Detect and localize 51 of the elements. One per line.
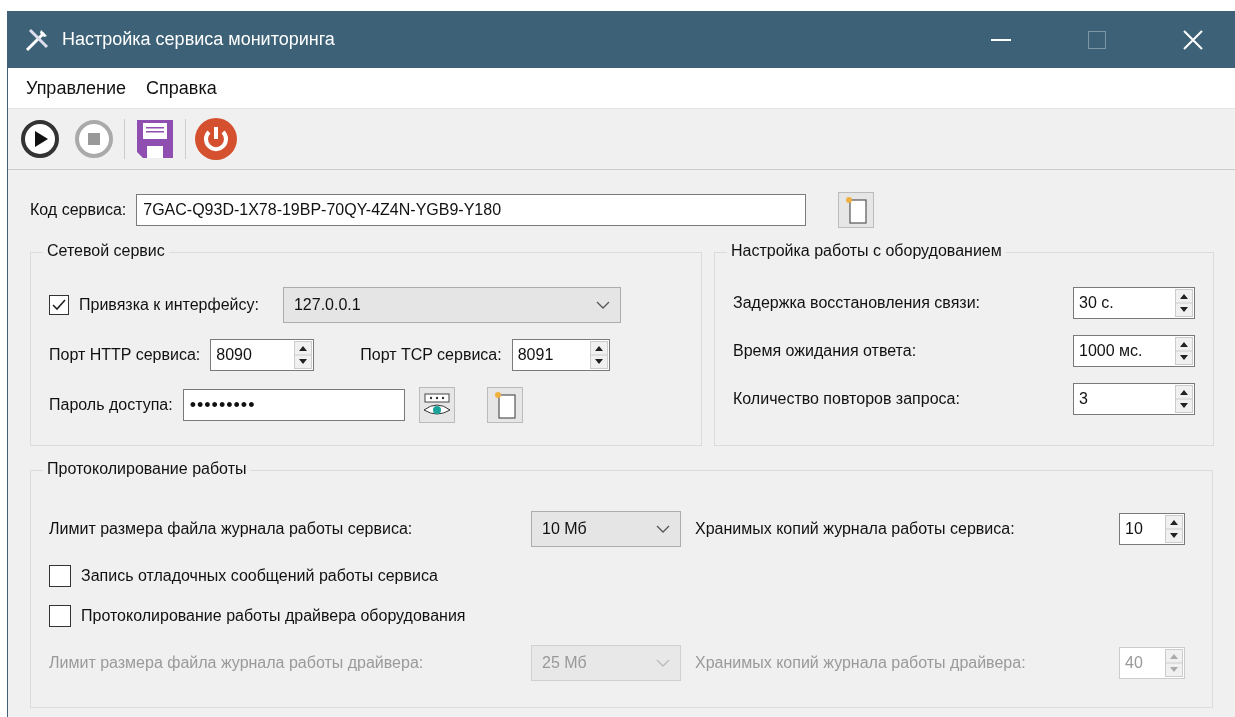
field-label: Лимит размера файла журнала работы сервиса: [49,520,414,538]
field-label: Лимит размера файла журнала работы драйвера: [49,654,425,672]
tools-icon [24,26,50,53]
play-icon [20,119,60,159]
field-label: Время ожидания ответа: [733,342,917,360]
group-title: Настройка работы с оборудованием [727,242,1006,260]
checkbox-label: Запись отладочных сообщений работы сервиса [81,567,438,585]
spin-box[interactable]: 30 с. [1073,287,1195,319]
field-label: Порт HTTP сервиса: [49,346,201,364]
show-password-button[interactable] [418,387,455,423]
spin-arrows-icon[interactable] [589,341,608,369]
field-label: Хранимых копий журнала работы драйвера: [695,654,1027,672]
field-label: Количество повторов запроса: [733,390,960,408]
field-label: Пароль доступа: [49,396,173,414]
new-document-button[interactable] [838,192,875,228]
checkbox-label: Привязка к интерфейсу: [79,296,259,314]
window-title: Настройка сервиса мониторинга [62,29,336,50]
checkbox[interactable] [49,565,71,587]
spin-box[interactable]: 3 [1073,383,1195,415]
new-document-button[interactable] [486,387,523,423]
menu-item[interactable]: Управление [16,77,137,99]
field-label: Хранимых копий журнала работы сервиса: [695,520,1016,538]
spin-box[interactable]: 1000 мс. [1073,335,1195,367]
interface-dropdown[interactable]: 127.0.0.1 [282,287,621,323]
checkbox[interactable] [49,295,69,315]
field-label: Код сервиса: [30,201,127,219]
minimize-icon[interactable] [991,38,1011,41]
field-label: Задержка восстановления связи: [733,294,981,312]
spin-box[interactable]: 8091 [511,339,610,371]
size-dropdown[interactable]: 10 Мб [531,511,681,547]
chevron-down-icon [595,301,610,309]
close-icon[interactable] [1183,29,1203,50]
spin-box[interactable]: 8090 [210,339,315,371]
password-field[interactable]: ••••••••• [182,389,405,421]
spin-arrows-icon[interactable] [1175,337,1193,365]
spin-box[interactable]: 10 [1119,513,1185,545]
chevron-down-icon [656,525,670,533]
menu-item[interactable]: Справка [136,77,227,99]
spin-arrows-icon[interactable] [1165,515,1183,543]
checkbox[interactable] [49,605,71,627]
power-icon [194,117,238,161]
spin-arrows-icon[interactable] [1175,385,1193,413]
stop-icon [74,119,114,159]
service-code-field[interactable]: 7GAC-Q93D-1X78-19BP-70QY-4Z4N-YGB9-Y180 [136,194,807,226]
group-title: Протоколирование работы [43,460,251,478]
checkbox-label: Протоколирование работы драйвера оборудования [81,607,466,625]
spin-arrows-icon[interactable] [294,341,313,369]
spin-arrows-icon[interactable] [1175,289,1193,317]
chevron-down-icon [656,659,670,667]
group-title: Сетевой сервис [43,242,169,260]
field-label: Порт TCP сервиса: [360,346,502,364]
